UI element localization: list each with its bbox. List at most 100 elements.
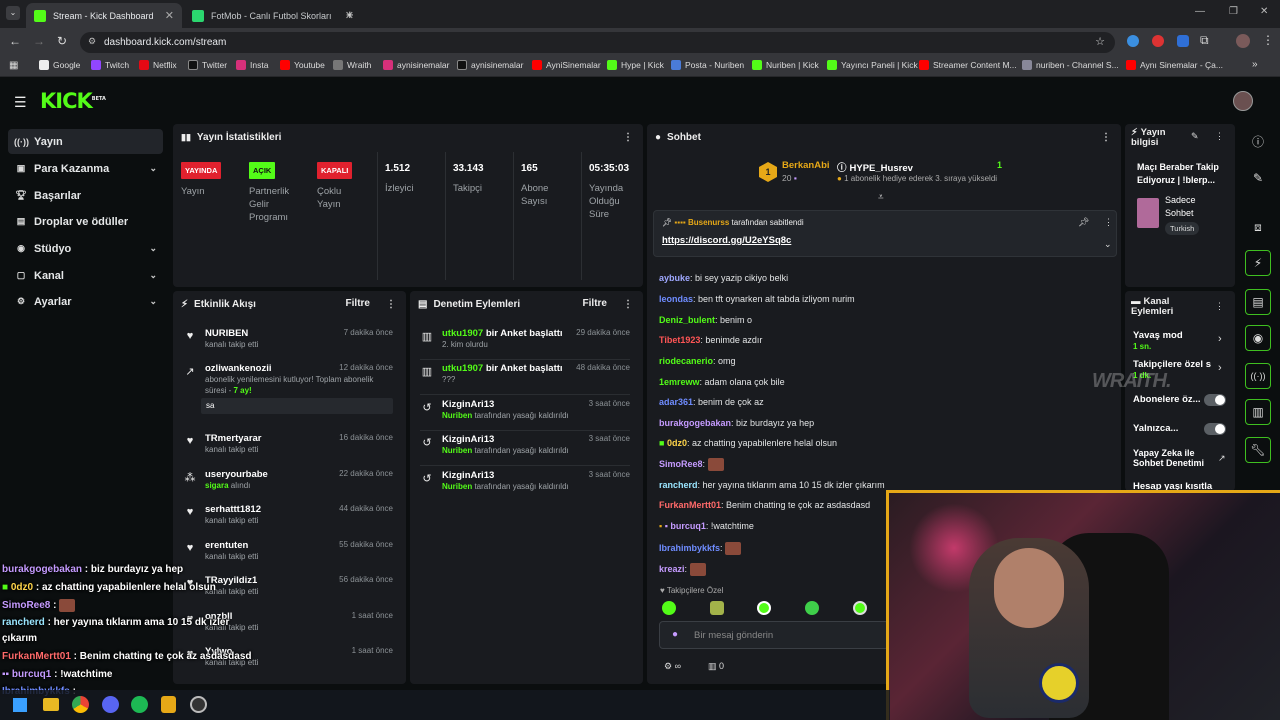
kick-logo[interactable]: KICKBETA [40, 89, 106, 113]
maximize-icon[interactable]: ❐ [1229, 6, 1238, 17]
discord-icon[interactable] [102, 696, 119, 713]
site-info-icon[interactable]: ⚙ [88, 36, 96, 47]
sidebar-item-para-kazanma[interactable]: ▣ Para Kazanma ⌄ [8, 156, 163, 181]
more-options-icon[interactable]: ⋮ [1215, 301, 1224, 312]
sidebar-item-kanal[interactable]: ▢ Kanal ⌄ [8, 263, 163, 288]
category-thumbnail[interactable] [1137, 198, 1159, 228]
bookmark[interactable]: Aynı Sinemalar - Ça... [1126, 60, 1223, 70]
sidebar-item-studyo[interactable]: ◉ Stüdyo ⌄ [8, 236, 163, 261]
back-icon[interactable]: ← [9, 34, 21, 48]
minimize-icon[interactable]: — [1195, 6, 1205, 17]
slow-mode-item[interactable]: Yavaş mod 1 sn. [1133, 330, 1183, 352]
bookmark[interactable]: Posta - Nuriben [671, 60, 744, 70]
bolt-icon[interactable]: ⚡︎ [1245, 250, 1271, 276]
crop-icon[interactable]: ⧈ [1245, 214, 1271, 240]
extension-icon[interactable] [1177, 35, 1189, 47]
bookmark[interactable]: aynisinemalar [383, 60, 449, 70]
broadcast-icon[interactable]: ((·)) [1245, 363, 1271, 389]
chat-bubble-icon[interactable]: ◉ [1245, 325, 1271, 351]
chat-input[interactable]: ● Bir mesaj gönderin [659, 621, 889, 649]
bookmark[interactable]: Yayıncı Paneli | Kick [827, 60, 918, 70]
chevron-down-icon[interactable]: ⌄ [1104, 239, 1112, 250]
microphone-icon[interactable]: ● [672, 629, 678, 640]
more-options-icon[interactable]: ⋮ [623, 299, 633, 310]
chrome-icon[interactable] [72, 696, 89, 713]
bookmark[interactable]: Twitter [188, 60, 227, 70]
bookmark-star-icon[interactable]: ☆ [1095, 35, 1105, 48]
extension-icon[interactable] [1127, 35, 1139, 47]
bookmark[interactable]: Youtube [280, 60, 325, 70]
sidebar-item-basarilar[interactable]: 🏆︎ Başarılar [8, 183, 163, 208]
apps-grid-icon[interactable]: ▦ [9, 60, 18, 71]
new-tab-icon[interactable]: + [346, 7, 354, 22]
emote-icon[interactable] [662, 601, 676, 615]
twitch-icon [91, 60, 101, 70]
outlook-icon [671, 60, 681, 70]
forward-icon[interactable]: → [33, 34, 45, 48]
more-options-icon[interactable]: ⋮ [623, 132, 633, 143]
sidebar-item-droplar[interactable]: ▤ Droplar ve ödüller [8, 209, 163, 234]
sidebar-item-yayin[interactable]: ((·)) Yayın [8, 129, 163, 154]
chevron-down-icon: ⌄ [149, 243, 157, 253]
tab-kick-dashboard[interactable]: Stream - Kick Dashboard ✕ [26, 3, 182, 28]
chevron-right-icon[interactable]: › [1218, 333, 1222, 345]
emote-icon[interactable] [710, 601, 724, 615]
filter-button[interactable]: Filtre [583, 298, 607, 309]
browser-menu-icon[interactable]: ⋮ [1262, 33, 1274, 47]
reload-icon[interactable]: ↻ [57, 34, 67, 48]
bookmark[interactable]: Insta [236, 60, 268, 70]
external-link-icon[interactable]: ↗ [1218, 453, 1226, 464]
more-options-icon[interactable]: ⋮ [1101, 132, 1111, 143]
more-options-icon[interactable]: ⋮ [386, 299, 396, 310]
bookmark[interactable]: Netflix [139, 60, 177, 70]
profile-avatar[interactable] [1236, 34, 1250, 48]
edit-icon[interactable]: ✎ [1245, 165, 1271, 191]
more-options-icon[interactable]: ⋮ [1104, 217, 1113, 228]
bookmark[interactable]: AyniSinemalar [532, 60, 601, 70]
tab-fotmob[interactable]: FotMob - Canlı Futbol Skorları ✕ [184, 3, 362, 28]
close-window-icon[interactable]: ✕ [1260, 6, 1268, 17]
only-toggle[interactable] [1204, 423, 1226, 435]
collapse-icon[interactable]: ⩡ [878, 192, 884, 203]
more-bookmarks-icon[interactable]: » [1252, 59, 1258, 70]
info-icon[interactable]: ⓘ [1245, 128, 1271, 154]
bookmark[interactable]: nuriben - Channel S... [1022, 60, 1119, 70]
emote-icon[interactable] [853, 601, 867, 615]
bookmark[interactable]: Nuriben | Kick [752, 60, 819, 70]
pinned-link[interactable]: https://discord.gg/U2eYSq8c [662, 235, 791, 246]
obs-icon[interactable] [190, 696, 207, 713]
extension-icon[interactable] [1152, 35, 1164, 47]
category-name[interactable]: Sadece Sohbet [1165, 194, 1225, 220]
bookmark[interactable]: Wraith [333, 60, 371, 70]
user-avatar[interactable] [1233, 91, 1253, 111]
bookmark[interactable]: Hype | Kick [607, 60, 664, 70]
extensions-puzzle-icon[interactable]: ⧉ [1200, 33, 1209, 48]
spotify-icon[interactable] [131, 696, 148, 713]
edit-icon[interactable]: ✎ [1191, 131, 1199, 142]
clipboard-icon[interactable]: ▤ [1245, 289, 1271, 315]
bookmark[interactable]: Streamer Content M... [919, 60, 1017, 70]
file-explorer-icon[interactable] [43, 698, 59, 711]
subscribers-only-toggle[interactable] [1204, 394, 1226, 406]
emote-icon[interactable] [805, 601, 819, 615]
menu-hamburger-icon[interactable]: ☰ [14, 94, 27, 111]
tab-search-icon[interactable]: ⌄ [6, 6, 20, 20]
wrench-icon[interactable]: 🔧︎ [1245, 437, 1271, 463]
windows-start-icon[interactable] [13, 698, 27, 712]
more-options-icon[interactable]: ⋮ [1215, 131, 1224, 142]
tag-badge[interactable]: Turkish [1165, 222, 1200, 235]
url-bar[interactable]: ⚙ dashboard.kick.com/stream ☆ [80, 32, 1115, 53]
unpin-icon[interactable]: 📌︎ [1078, 217, 1089, 228]
bookmark[interactable]: Google [39, 60, 80, 70]
emote-icon[interactable] [757, 601, 771, 615]
ai-moderation-item[interactable]: Yapay Zeka ile Sohbet Denetimi [1133, 448, 1213, 468]
filter-button[interactable]: Filtre [346, 298, 370, 309]
bookmark[interactable]: aynisinemalar [457, 60, 523, 70]
sidebar-item-ayarlar[interactable]: ⚙ Ayarlar ⌄ [8, 289, 163, 314]
chevron-right-icon[interactable]: › [1218, 362, 1222, 374]
close-tab-icon[interactable]: ✕ [165, 9, 174, 22]
bookmark[interactable]: Twitch [91, 60, 129, 70]
store-icon[interactable]: ▥ [1245, 399, 1271, 425]
chat-settings-icon[interactable]: ⚙ ∞ [664, 661, 681, 672]
app-icon[interactable] [161, 696, 176, 713]
